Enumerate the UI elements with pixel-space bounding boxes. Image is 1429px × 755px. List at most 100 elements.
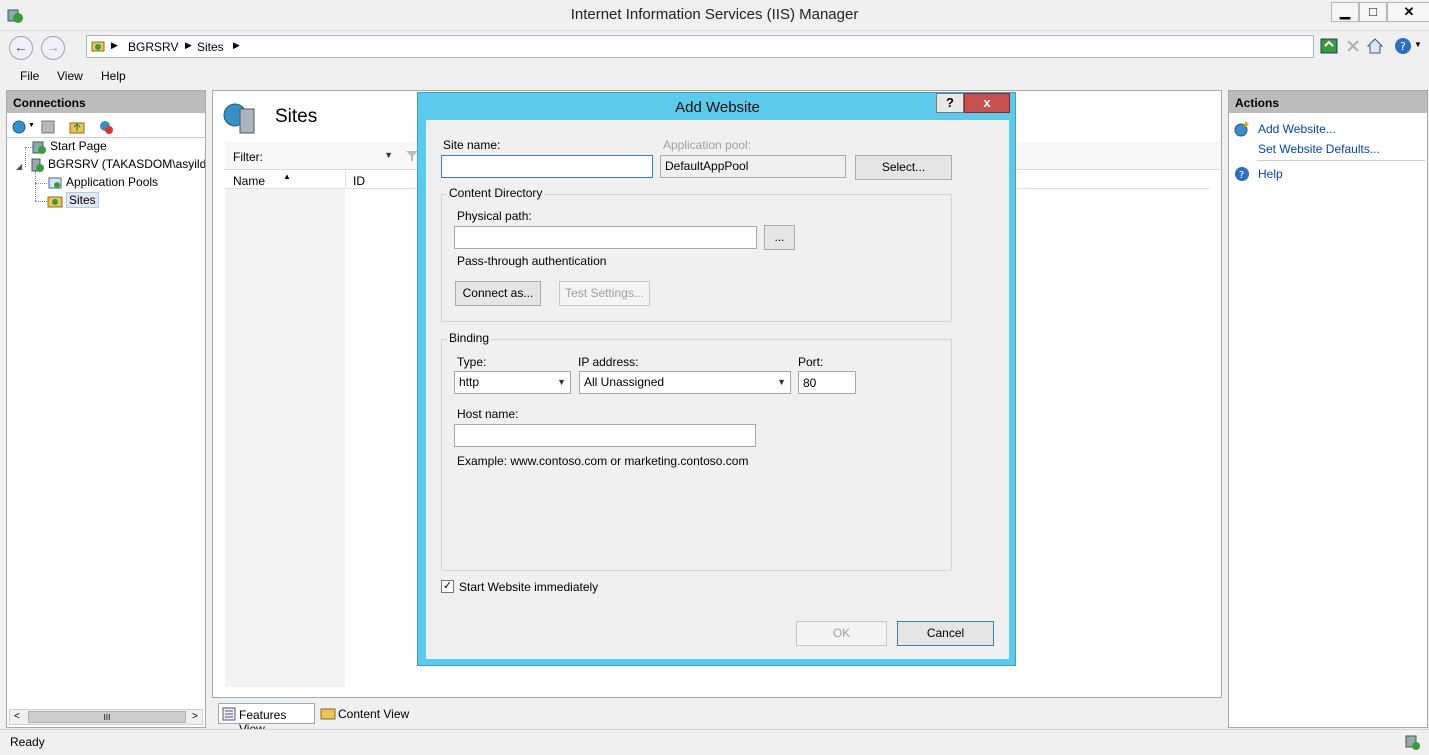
forward-button[interactable]: → [41,36,65,60]
add-website-link[interactable]: Add Website... [1258,122,1336,136]
page-title: Sites [275,106,318,127]
binding-title: Binding [447,331,492,345]
tree-item-app-pools[interactable]: Application Pools [47,175,158,191]
connections-header: Connections [7,91,205,113]
chevron-down-icon: ▼ [557,377,566,387]
refresh-icon[interactable] [1320,37,1338,55]
filter-label: Filter: [233,150,263,164]
ip-address-select[interactable]: All Unassigned ▼ [579,371,791,394]
column-id[interactable]: ID [353,174,365,188]
ip-address-label: IP address: [578,355,639,369]
port-label: Port: [798,355,824,369]
menu-bar: File View Help [0,63,1429,87]
type-label: Type: [457,355,487,369]
browse-button[interactable]: ... [764,225,795,250]
dialog-body: Site name: Application pool: DefaultAppP… [426,120,1009,659]
port-input[interactable] [798,371,856,394]
chevron-right-icon: ▶ [111,40,118,50]
sites-icon [47,196,63,208]
ok-button[interactable]: OK [796,621,887,646]
tree-item-start-page[interactable]: Start Page [31,139,107,155]
host-name-example: Example: www.contoso.com or marketing.co… [457,454,749,468]
host-name-label: Host name: [457,407,519,421]
physical-path-label: Physical path: [457,209,532,223]
type-select[interactable]: http ▼ [454,371,571,394]
pass-through-label: Pass-through authentication [457,254,607,268]
sites-header-icon [223,103,255,134]
connect-as-button[interactable]: Connect as... [455,281,541,306]
scroll-thumb[interactable]: III [28,711,186,723]
svg-text:?: ? [1239,170,1244,181]
help-link[interactable]: Help [1258,167,1283,181]
content-view-icon [320,708,336,720]
start-immediately-checkbox[interactable]: ✓ [441,580,454,593]
help-icon: ? [1235,167,1249,181]
dialog-help-button[interactable]: ? [936,93,964,113]
scroll-right-arrow[interactable]: > [192,711,198,722]
chevron-right-icon: ▶ [233,40,240,50]
folder-icon [91,41,105,52]
features-view-icon [222,707,236,721]
stop-icon[interactable] [1344,37,1362,55]
sort-ascending-icon: ▲ [283,172,291,181]
title-bar: Internet Information Services (IIS) Mana… [0,0,1429,31]
physical-path-input[interactable] [454,226,757,249]
dialog-title: Add Website [675,99,760,116]
app-pools-icon [48,177,62,189]
minimize-button[interactable]: ▁ [1331,2,1359,22]
menu-view[interactable]: View [57,69,83,83]
address-bar: ← → ▶ BGRSRV ▶ Sites ▶ ? ▼ [0,31,1429,63]
select-app-pool-button[interactable]: Select... [855,155,952,180]
dialog-close-button[interactable]: x [964,93,1010,113]
svg-text:?: ? [1400,40,1406,53]
collapse-triangle-icon[interactable]: ◢ [16,162,22,171]
close-window-button[interactable]: ✕ [1387,2,1429,22]
chevron-down-icon[interactable]: ▼ [1414,40,1422,49]
home-icon[interactable] [1366,37,1384,55]
connection-status-icon [1405,735,1420,750]
tree-item-server[interactable]: BGRSRV (TAKASDOM\asyildiz [29,157,205,173]
app-pool-field: DefaultAppPool [660,155,846,178]
filter-input[interactable]: ▼ [277,145,397,166]
chevron-down-icon[interactable]: ▼ [28,122,35,129]
server-icon [31,158,44,172]
set-website-defaults-link[interactable]: Set Website Defaults... [1258,142,1380,156]
chevron-down-icon: ▼ [777,377,786,387]
cancel-button[interactable]: Cancel [897,621,994,646]
window-title: Internet Information Services (IIS) Mana… [570,6,859,23]
start-immediately-label: Start Website immediately [459,580,599,594]
host-name-input[interactable] [454,424,756,447]
test-settings-button[interactable]: Test Settings... [559,281,650,306]
scroll-left-arrow[interactable]: < [14,711,20,722]
help-icon[interactable]: ? [1394,37,1412,55]
tab-features-view[interactable]: Features View [218,703,315,736]
up-folder-icon[interactable] [69,119,85,135]
breadcrumb-sites[interactable]: Sites [197,40,224,54]
connections-scrollbar[interactable]: < III > [9,709,203,725]
save-icon[interactable] [40,119,56,135]
add-website-icon [1234,122,1249,137]
column-name[interactable]: Name [233,174,265,188]
site-name-label: Site name: [443,138,501,152]
actions-panel: Actions Add Website... Set Website Defau… [1228,90,1428,728]
connections-panel: Connections ▼ Start Page ◢ BGRSRV (TAKAS… [6,90,206,728]
breadcrumb-server[interactable]: BGRSRV [128,40,178,54]
menu-help[interactable]: Help [101,69,126,83]
address-field[interactable]: ▶ BGRSRV ▶ Sites ▶ [86,35,1314,58]
actions-header: Actions [1229,91,1427,113]
content-directory-title: Content Directory [447,186,545,200]
menu-file[interactable]: File [20,69,39,83]
add-website-dialog: Add Website ? x Site name: Application p… [417,92,1016,666]
maximize-button[interactable]: □ [1359,2,1387,22]
tab-content-view[interactable]: Content View [318,703,413,724]
site-name-input[interactable] [441,155,653,178]
chevron-right-icon: ▶ [185,40,192,50]
back-button[interactable]: ← [9,36,33,60]
app-pool-label: Application pool: [663,138,752,152]
tree-item-sites[interactable]: Sites [47,192,99,209]
disconnect-icon[interactable] [98,119,114,135]
status-bar: Ready [0,729,1429,755]
status-text: Ready [10,735,45,749]
start-page-icon [32,141,46,154]
connect-globe-icon[interactable] [11,119,27,135]
